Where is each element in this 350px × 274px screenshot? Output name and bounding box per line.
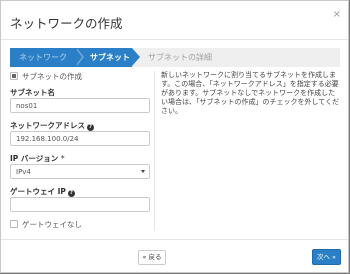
create-subnet-row[interactable]: サブネットの作成 <box>10 71 82 82</box>
create-subnet-checkbox[interactable] <box>10 72 18 80</box>
question-circle-icon[interactable]: ? <box>67 190 75 197</box>
chevron-down-icon <box>141 170 145 173</box>
next-button[interactable]: 次へ » <box>312 249 341 265</box>
subnet-name-label: サブネット名 <box>10 88 55 97</box>
ip-version-label: IP バージョン <box>10 154 59 163</box>
ip-version-label-row: IP バージョン * <box>10 153 65 164</box>
network-address-label-row: ネットワークアドレス? <box>10 120 94 131</box>
ip-version-value: IPv4 <box>16 168 31 176</box>
dialog-footer: « 戻る 次へ » <box>1 239 348 272</box>
gateway-ip-label: ゲートウェイ IP <box>10 187 66 196</box>
question-circle-icon[interactable]: ? <box>87 124 94 131</box>
wizard-step-subnet-details[interactable]: サブネットの詳細 <box>148 52 212 63</box>
create-network-dialog: ネットワークの作成 × ネットワーク サブネット サブネットの詳細 サブネットの… <box>0 0 349 273</box>
gateway-ip-input[interactable] <box>10 197 150 212</box>
dialog-header: ネットワークの作成 × <box>1 1 348 40</box>
ip-version-select[interactable]: IPv4 <box>10 164 150 179</box>
wizard-step-network[interactable]: ネットワーク <box>19 52 67 63</box>
required-mark: * <box>60 154 65 163</box>
network-address-label: ネットワークアドレス <box>10 121 85 130</box>
no-gateway-row[interactable]: ゲートウェイなし <box>10 219 82 230</box>
wizard-steps: ネットワーク サブネット サブネットの詳細 <box>10 48 340 67</box>
gateway-ip-label-row: ゲートウェイ IP? <box>10 186 75 197</box>
wizard-active-arrow <box>132 48 140 66</box>
no-gateway-label: ゲートウェイなし <box>22 220 82 229</box>
wizard-step-subnet[interactable]: サブネット <box>90 52 130 63</box>
help-description: 新しいネットワークに割り当てるサブネットを作成します。この場合、「ネットワークア… <box>161 71 340 115</box>
subnet-name-input[interactable]: nos01 <box>10 98 150 113</box>
close-icon[interactable]: × <box>333 10 341 20</box>
network-address-input[interactable]: 192.168.100.0/24 <box>10 131 150 146</box>
create-subnet-label: サブネットの作成 <box>22 72 82 81</box>
dialog-title: ネットワークの作成 <box>10 16 123 31</box>
no-gateway-checkbox[interactable] <box>10 220 18 228</box>
wizard-separator-shadow <box>75 48 82 66</box>
column-divider <box>154 71 155 231</box>
back-button[interactable]: « 戻る <box>138 250 166 265</box>
